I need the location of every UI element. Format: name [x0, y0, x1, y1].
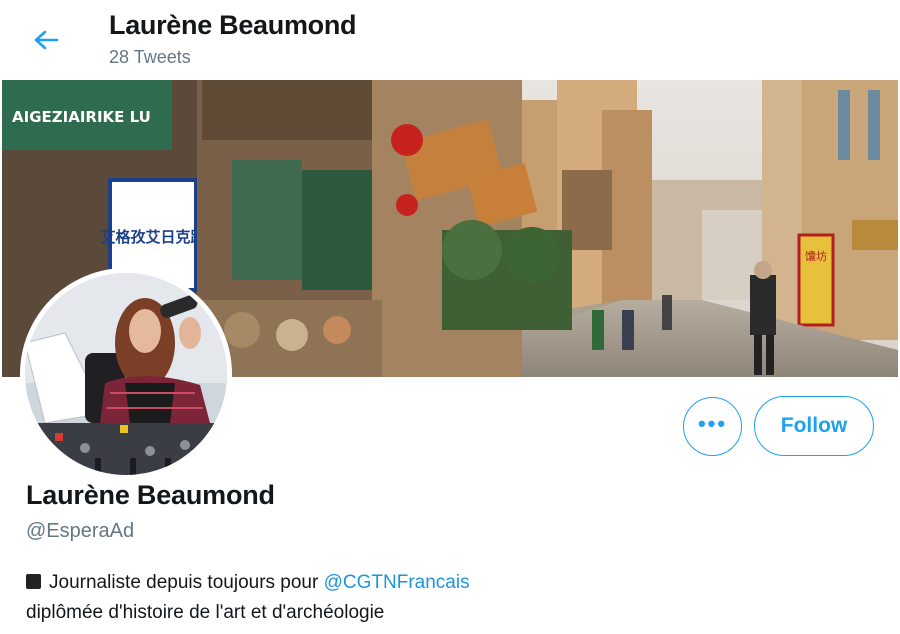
profile-display-name: Laurène Beaumond [26, 480, 275, 510]
profile-handle: @EsperaAd [26, 520, 135, 542]
black-square-icon [26, 574, 41, 589]
bio-text-prefix: Journaliste depuis toujours pour [49, 572, 324, 593]
bio-mention-link[interactable]: @CGTNFrancais [324, 572, 470, 593]
street-sign-text: AIGEZIAIRIKE LU [12, 108, 151, 126]
bio-line-1: Journaliste depuis toujours pour @CGTNFr… [26, 568, 886, 598]
header-title: Laurène Beaumond [109, 10, 357, 40]
banner-sign-text: 馕坊 [805, 249, 827, 263]
shop-sign-text: 艾格孜艾日克路 [100, 228, 206, 246]
tweet-count: 28 Tweets [109, 47, 191, 67]
profile-avatar[interactable] [20, 268, 232, 480]
follow-button[interactable]: Follow [754, 396, 874, 456]
arrow-left-icon [34, 30, 59, 50]
more-options-button[interactable]: ••• [683, 397, 742, 456]
profile-bio: Journaliste depuis toujours pour @CGTNFr… [26, 568, 886, 628]
more-icon: ••• [697, 410, 728, 436]
bio-line-2: diplômée d'histoire de l'art et d'archéo… [26, 602, 385, 623]
profile-header: Laurène Beaumond 28 Tweets [0, 0, 900, 80]
back-button[interactable] [28, 22, 64, 58]
